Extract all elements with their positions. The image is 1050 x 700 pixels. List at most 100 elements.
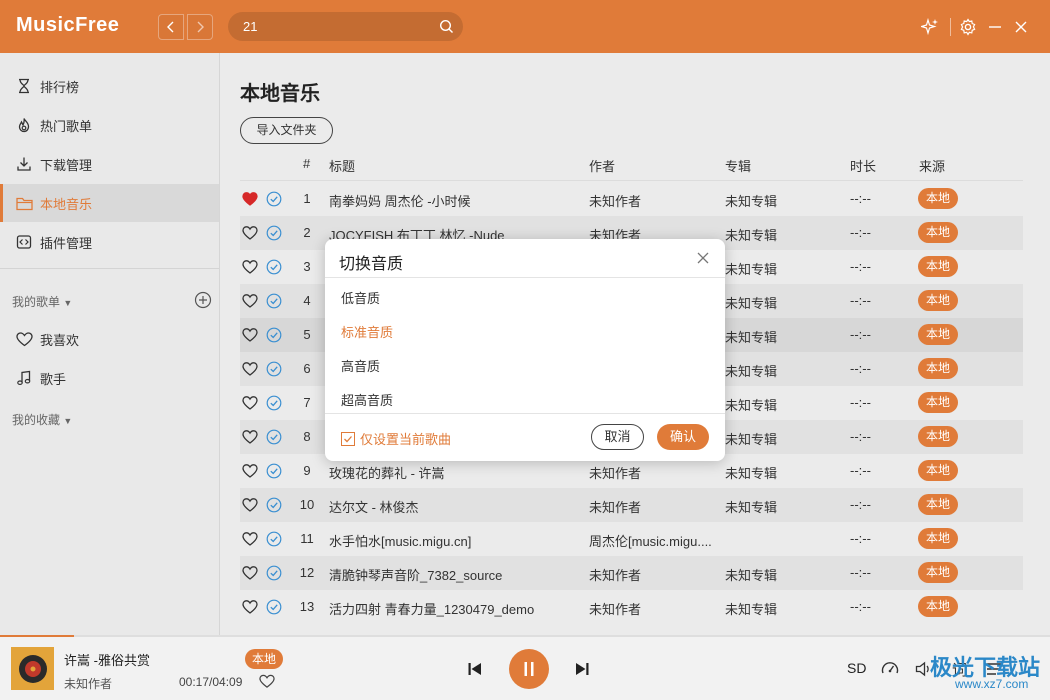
check-circle-icon[interactable] bbox=[266, 429, 282, 445]
table-row[interactable]: 12 清脆钟琴声音阶_7382_source 未知作者 未知专辑 --:-- 本地 bbox=[240, 556, 1023, 590]
quality-option-super[interactable]: 超高音质 bbox=[341, 390, 393, 409]
checkbox-checked-icon[interactable] bbox=[341, 431, 355, 446]
player-title[interactable]: 许嵩 -雅俗共赏 bbox=[64, 650, 150, 669]
heart-icon[interactable] bbox=[242, 463, 258, 479]
speed-icon[interactable] bbox=[880, 659, 900, 679]
heart-icon[interactable] bbox=[242, 361, 258, 377]
source-badge: 本地 bbox=[918, 460, 959, 481]
my-playlists-header[interactable]: 我的歌单 ▼ bbox=[12, 293, 72, 310]
quality-dialog: 切换音质 低音质 标准音质 高音质 超高音质 仅设置当前歌曲 取消 确认 bbox=[325, 239, 725, 461]
skip-next-icon bbox=[576, 663, 589, 675]
row-title: 南拳妈妈 周杰伦 -小时候 bbox=[329, 194, 471, 209]
heart-icon[interactable] bbox=[242, 599, 258, 615]
row-num: 12 bbox=[299, 565, 315, 580]
table-row[interactable]: 11 水手怕水[music.migu.cn] 周杰伦[music.migu.... -… bbox=[240, 522, 1023, 556]
row-title: 活力四射 青春力量_1230479_demo bbox=[329, 602, 535, 617]
chevron-left-icon bbox=[167, 21, 174, 33]
quality-option-low[interactable]: 低音质 bbox=[341, 288, 380, 307]
check-circle-icon[interactable] bbox=[266, 293, 282, 309]
title-bar: MusicFree 21 bbox=[0, 0, 1050, 53]
forward-button[interactable] bbox=[187, 14, 213, 40]
source-badge: 本地 bbox=[918, 188, 959, 209]
sidebar-item-label: 歌手 bbox=[40, 371, 67, 387]
sidebar-item-hot-playlists[interactable]: 热门歌单 bbox=[0, 106, 219, 144]
add-playlist-button[interactable] bbox=[194, 291, 212, 309]
sparkle-icon[interactable] bbox=[920, 17, 940, 37]
pause-icon bbox=[524, 662, 534, 676]
row-num: 2 bbox=[303, 225, 311, 240]
row-title: 玫瑰花的葬礼 - 许嵩 bbox=[329, 466, 445, 481]
table-row[interactable]: 1 南拳妈妈 周杰伦 -小时候 未知作者 未知专辑 --:-- 本地 bbox=[240, 182, 1023, 216]
search-input[interactable]: 21 bbox=[228, 12, 463, 41]
row-title: 清脆钟琴声音阶_7382_source bbox=[329, 568, 503, 583]
only-current-checkbox[interactable]: 仅设置当前歌曲 bbox=[341, 429, 451, 448]
row-num: 6 bbox=[303, 361, 311, 376]
sidebar-item-plugins[interactable]: 插件管理 bbox=[0, 223, 219, 261]
check-circle-icon[interactable] bbox=[266, 191, 282, 207]
close-icon[interactable] bbox=[1011, 17, 1031, 37]
row-album: 未知专辑 bbox=[725, 228, 778, 243]
gear-icon[interactable] bbox=[958, 17, 978, 37]
heart-icon[interactable] bbox=[242, 497, 258, 513]
check-circle-icon[interactable] bbox=[266, 259, 282, 275]
row-duration: --:-- bbox=[850, 361, 871, 376]
heart-icon[interactable] bbox=[242, 225, 258, 241]
heart-icon[interactable] bbox=[242, 565, 258, 581]
import-folder-button[interactable]: 导入文件夹 bbox=[240, 117, 333, 144]
minimize-icon[interactable] bbox=[985, 17, 1005, 37]
confirm-button[interactable]: 确认 bbox=[657, 424, 709, 450]
heart-icon[interactable] bbox=[242, 293, 258, 309]
row-author: 未知作者 bbox=[589, 602, 642, 617]
row-duration: --:-- bbox=[850, 531, 871, 546]
table-row[interactable]: 13 活力四射 青春力量_1230479_demo 未知作者 未知专辑 --:-- 本地 bbox=[240, 590, 1023, 624]
watermark-url: www.xz7.com bbox=[955, 677, 1029, 691]
sidebar-item-favorites[interactable]: 我喜欢 bbox=[0, 320, 219, 358]
row-album: 未知专辑 bbox=[725, 466, 778, 481]
check-circle-icon[interactable] bbox=[266, 531, 282, 547]
heart-icon[interactable] bbox=[242, 395, 258, 411]
heart-icon[interactable] bbox=[242, 429, 258, 445]
check-circle-icon[interactable] bbox=[266, 327, 282, 343]
check-circle-icon[interactable] bbox=[266, 463, 282, 479]
quality-option-standard[interactable]: 标准音质 bbox=[341, 322, 393, 341]
check-circle-icon[interactable] bbox=[266, 497, 282, 513]
heart-icon[interactable] bbox=[242, 259, 258, 275]
check-circle-icon[interactable] bbox=[266, 361, 282, 377]
heart-icon[interactable] bbox=[242, 191, 258, 207]
plugin-icon bbox=[14, 232, 34, 252]
sidebar-item-downloads[interactable]: 下载管理 bbox=[0, 145, 219, 183]
my-playlists-label: 我的歌单 bbox=[12, 295, 61, 309]
col-source: 来源 bbox=[919, 159, 946, 174]
previous-button[interactable] bbox=[465, 659, 485, 679]
sidebar-item-singers[interactable]: 歌手 bbox=[0, 359, 219, 397]
quality-option-high[interactable]: 高音质 bbox=[341, 356, 380, 375]
close-icon[interactable] bbox=[695, 250, 711, 266]
check-circle-icon[interactable] bbox=[266, 565, 282, 581]
heart-icon[interactable] bbox=[242, 531, 258, 547]
back-button[interactable] bbox=[158, 14, 184, 40]
page-title: 本地音乐 bbox=[240, 83, 320, 105]
source-badge: 本地 bbox=[918, 358, 959, 379]
row-duration: --:-- bbox=[850, 463, 871, 478]
sidebar-item-local-music[interactable]: 本地音乐 bbox=[0, 184, 219, 222]
quality-button[interactable]: SD bbox=[847, 660, 866, 676]
col-author: 作者 bbox=[589, 159, 616, 174]
sidebar-item-charts[interactable]: 排行榜 bbox=[0, 67, 219, 105]
heart-icon[interactable] bbox=[242, 327, 258, 343]
my-collections-header[interactable]: 我的收藏 ▼ bbox=[12, 411, 72, 428]
next-button[interactable] bbox=[572, 659, 592, 679]
check-circle-icon[interactable] bbox=[266, 225, 282, 241]
check-circle-icon[interactable] bbox=[266, 599, 282, 615]
album-cover[interactable] bbox=[11, 647, 54, 690]
table-row[interactable]: 10 达尔文 - 林俊杰 未知作者 未知专辑 --:-- 本地 bbox=[240, 488, 1023, 522]
row-duration: --:-- bbox=[850, 259, 871, 274]
progress-bar[interactable] bbox=[0, 635, 1050, 637]
check-circle-icon[interactable] bbox=[266, 395, 282, 411]
cancel-button[interactable]: 取消 bbox=[591, 424, 644, 450]
sidebar-item-label: 我喜欢 bbox=[40, 332, 80, 348]
sidebar-item-label: 本地音乐 bbox=[40, 196, 93, 212]
play-pause-button[interactable] bbox=[509, 649, 549, 689]
heart-icon[interactable] bbox=[259, 674, 275, 690]
row-num: 7 bbox=[303, 395, 311, 410]
search-icon[interactable] bbox=[439, 19, 454, 34]
